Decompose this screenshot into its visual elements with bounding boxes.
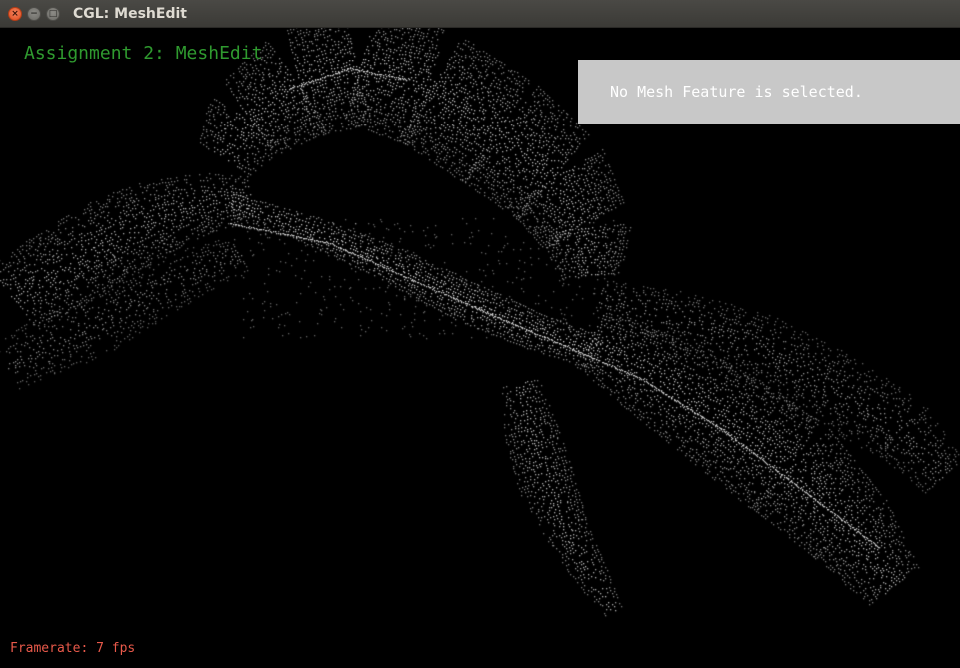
title-bar[interactable]: × − □ CGL: MeshEdit — [0, 0, 960, 28]
maximize-button[interactable]: □ — [46, 7, 60, 21]
close-icon: × — [11, 9, 19, 19]
point-cloud-canvas[interactable] — [0, 28, 960, 668]
minimize-button[interactable]: − — [27, 7, 41, 21]
meshedit-window: × − □ CGL: MeshEdit Assignment 2: MeshEd… — [0, 0, 960, 668]
maximize-icon: □ — [48, 9, 58, 19]
framerate-readout: Framerate: 7 fps — [10, 641, 136, 656]
selection-status-text: No Mesh Feature is selected. — [610, 83, 863, 101]
minimize-icon: − — [30, 9, 38, 19]
info-panel: No Mesh Feature is selected. — [578, 60, 960, 124]
app-heading: Assignment 2: MeshEdit — [24, 43, 263, 64]
close-button[interactable]: × — [8, 7, 22, 21]
window-title: CGL: MeshEdit — [73, 6, 187, 22]
render-viewport[interactable]: Assignment 2: MeshEdit No Mesh Feature i… — [0, 28, 960, 668]
